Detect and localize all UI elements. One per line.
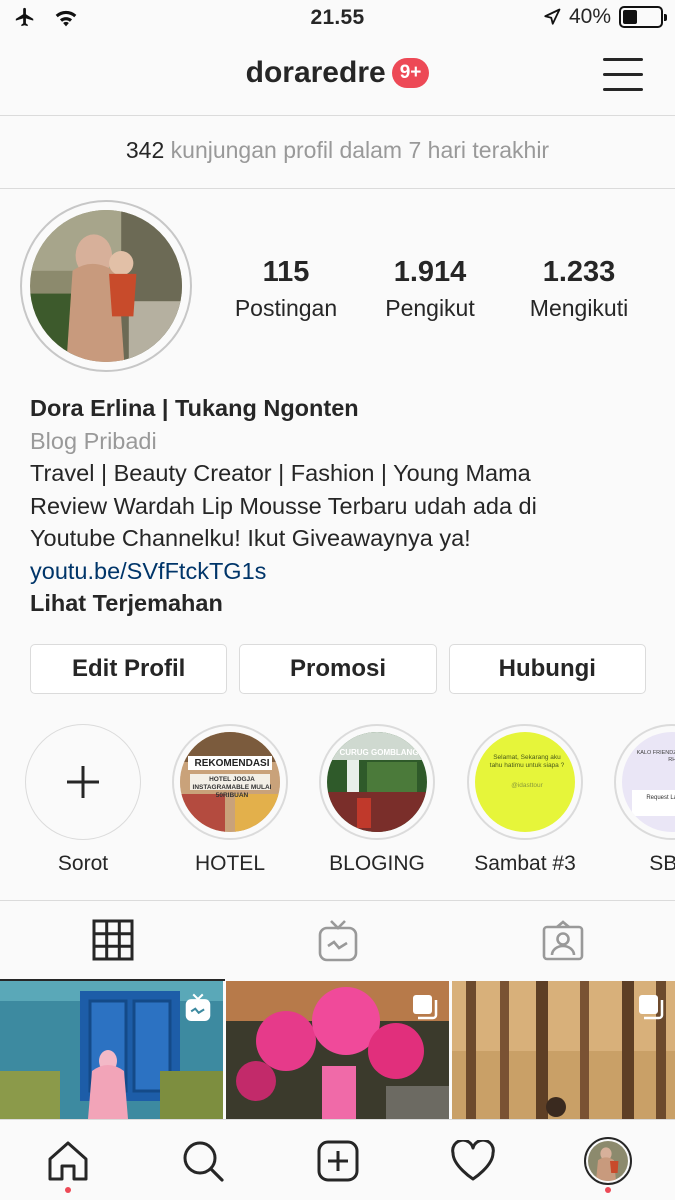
- username-title[interactable]: doraredre: [246, 56, 386, 89]
- visits-text: kunjungan profil dalam 7 hari terakhir: [170, 137, 550, 163]
- notification-badge[interactable]: 9+: [391, 58, 430, 88]
- posts-count[interactable]: 115 Postingan: [215, 256, 357, 322]
- profile-bio: Dora Erlina | Tukang Ngonten Blog Pribad…: [30, 392, 650, 620]
- battery-percent: 40%: [568, 5, 611, 28]
- profile-visits-banner[interactable]: 342 kunjungan profil dalam 7 hari terakh…: [0, 117, 675, 189]
- post-thumbnail[interactable]: [0, 981, 223, 1119]
- profile-avatar-icon: [583, 1136, 632, 1185]
- carousel-icon: [413, 995, 438, 1020]
- nav-profile[interactable]: [540, 1120, 675, 1200]
- bio-line: Review Wardah Lip Mousse Terbaru udah ad…: [30, 492, 537, 519]
- status-bar: 21.55 40%: [0, 0, 675, 38]
- contact-button[interactable]: Hubungi: [448, 644, 646, 694]
- profile-tabs: [0, 900, 675, 981]
- edit-profile-button[interactable]: Edit Profil: [30, 644, 228, 694]
- profile-avatar[interactable]: [20, 200, 192, 372]
- highlight-cover-sub: @idasttour: [511, 782, 543, 789]
- nav-new-post[interactable]: [270, 1120, 405, 1200]
- highlight-bloging[interactable]: CURUG GOMBLANG BLOGING: [318, 724, 436, 874]
- highlight-label: BLOGING: [329, 852, 425, 874]
- highlight-label: HOTEL: [194, 852, 265, 874]
- post-thumbnail[interactable]: [452, 981, 675, 1119]
- highlight-label: Sorot: [57, 852, 109, 874]
- hamburger-menu-icon[interactable]: [603, 58, 643, 92]
- followers-count[interactable]: 1.914 Pengikut: [357, 256, 503, 322]
- highlight-cover-text: CURUG GOMBLANG: [339, 748, 419, 757]
- highlight-sb[interactable]: KALO FRIENDZONE, ZONE, DI RHP... Request…: [613, 724, 675, 874]
- following-count[interactable]: 1.233 Mengikuti: [503, 256, 655, 322]
- highlight-cover-sub: HOTEL JOGJA INSTAGRAMABLE MULAI 50RIBUAN: [192, 776, 272, 799]
- post-thumbnail[interactable]: [226, 981, 449, 1119]
- battery-icon: [619, 6, 667, 28]
- highlight-hotel[interactable]: REKOMENDASI HOTEL JOGJA INSTAGRAMABLE MU…: [171, 724, 289, 874]
- igtv-icon: [185, 993, 211, 1021]
- highlight-label: SB #: [649, 852, 675, 874]
- highlight-label: Sambat #3: [474, 852, 576, 874]
- grid-icon: [92, 919, 133, 961]
- location-arrow-icon: [544, 8, 561, 25]
- tab-igtv[interactable]: [225, 901, 450, 981]
- profile-category: Blog Pribadi: [30, 427, 157, 454]
- story-highlights: Sorot REKOMENDASI HOTEL JOGJA INSTAGRAMA…: [0, 724, 675, 874]
- carousel-icon: [639, 995, 664, 1020]
- profile-actions: Edit Profil Promosi Hubungi: [30, 644, 646, 694]
- highlight-cover-text: REKOMENDASI: [194, 758, 270, 769]
- bio-line: Youtube Channelku! Ikut Giveawaynya ya!: [30, 525, 471, 551]
- profile-header: doraredre 9+: [0, 38, 675, 116]
- home-icon: [48, 1141, 87, 1180]
- add-post-icon: [317, 1140, 358, 1181]
- highlight-cover-text: Selamat, Sekarang aku tahu hatimu untuk …: [489, 754, 565, 769]
- nav-home[interactable]: [0, 1120, 135, 1200]
- search-icon: [183, 1141, 224, 1182]
- nav-search[interactable]: [135, 1120, 270, 1200]
- plus-icon: [67, 766, 99, 798]
- bottom-nav: [0, 1119, 675, 1200]
- see-translation-link[interactable]: Lihat Terjemahan: [30, 587, 650, 620]
- highlight-cover-sub: Request La Hadiah Me: [632, 790, 675, 816]
- bio-line: Travel | Beauty Creator | Fashion | Youn…: [30, 460, 531, 486]
- post-grid: [0, 981, 675, 1119]
- highlight-sambat[interactable]: Selamat, Sekarang aku tahu hatimu untuk …: [466, 724, 584, 874]
- visits-count: 342: [125, 137, 165, 163]
- nav-activity[interactable]: [405, 1120, 540, 1200]
- bio-link[interactable]: youtu.be/SVfFtckTG1s: [30, 555, 650, 588]
- tab-tagged[interactable]: [450, 901, 675, 981]
- highlight-cover-text: KALO FRIENDZONE, ZONE, DI RHP...: [636, 750, 675, 763]
- tab-grid[interactable]: [0, 901, 225, 981]
- profile-stats: 115 Postingan 1.914 Pengikut 1.233 Mengi…: [215, 256, 655, 322]
- igtv-icon: [318, 920, 357, 962]
- highlight-new[interactable]: Sorot: [24, 724, 142, 874]
- activity-heart-icon: [450, 1139, 495, 1180]
- profile-name: Dora Erlina | Tukang Ngonten: [30, 395, 359, 421]
- promote-button[interactable]: Promosi: [239, 644, 437, 694]
- home-notification-dot: [64, 1187, 71, 1193]
- tagged-icon: [542, 920, 583, 961]
- profile-notification-dot: [604, 1187, 611, 1193]
